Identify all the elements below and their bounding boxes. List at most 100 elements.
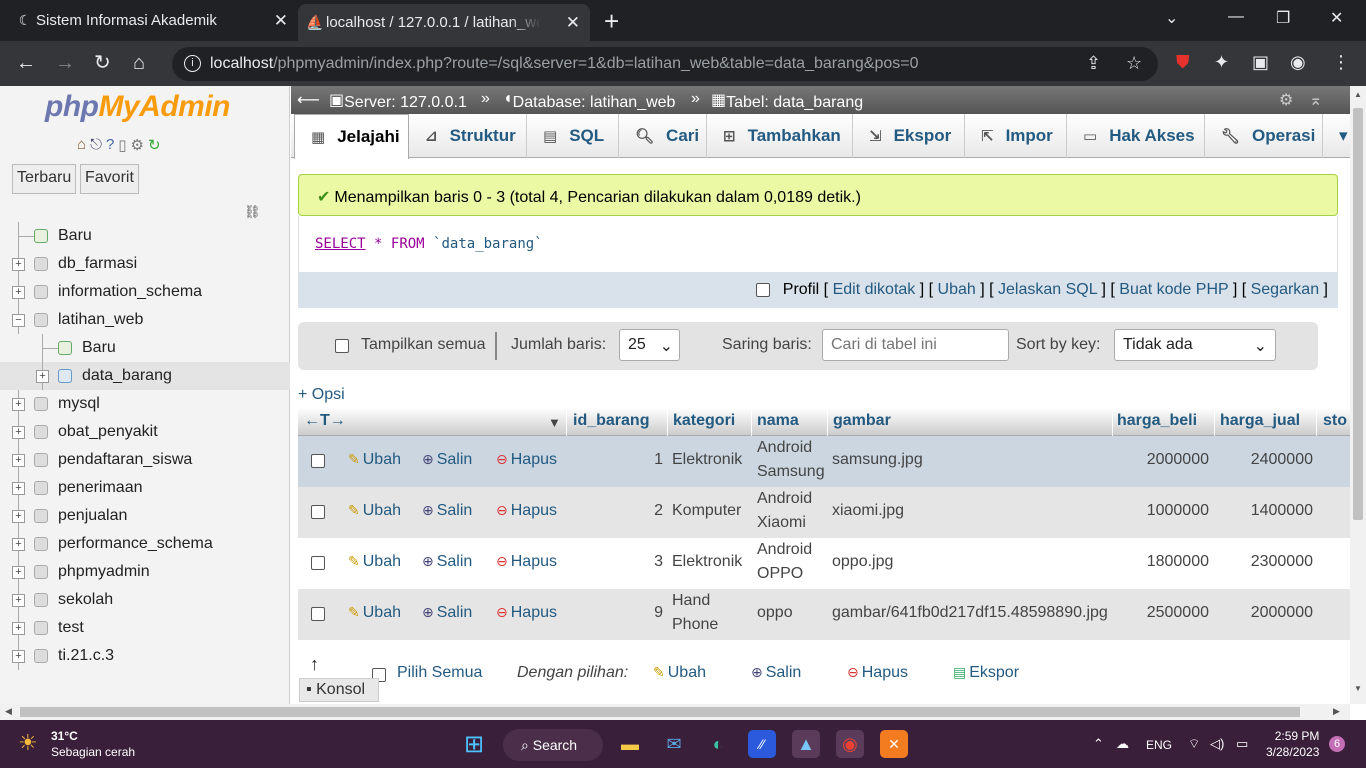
app-icon[interactable]: ⁄⁄ <box>748 730 776 758</box>
docs-icon[interactable]: ▯ <box>118 136 126 154</box>
scroll-right-arrow-icon[interactable]: ▶ <box>1333 706 1340 717</box>
tab-privileges[interactable]: ▭ Hak Akses <box>1067 114 1205 158</box>
filter-rows-input[interactable] <box>822 329 1009 361</box>
refresh-link[interactable]: Segarkan <box>1251 281 1320 298</box>
create-php-code-link[interactable]: Buat kode PHP <box>1119 281 1228 298</box>
tree-node[interactable]: + performance_schema <box>0 530 290 558</box>
edit-link[interactable]: Ubah <box>938 281 976 298</box>
scroll-left-arrow-icon[interactable]: ◀ <box>5 706 12 717</box>
menu-kebab-icon[interactable]: ⋮ <box>1332 52 1350 73</box>
wifi-icon[interactable]: ⌔ <box>1188 736 1200 752</box>
row-copy-button[interactable]: ⊕ Salin <box>422 553 472 571</box>
tree-node[interactable]: Baru <box>0 222 290 250</box>
clock[interactable]: 2:59 PM 3/28/2023 <box>1266 728 1319 760</box>
settings-gear-icon[interactable]: ⚙ <box>1279 90 1293 110</box>
tree-node-label[interactable]: Baru <box>82 339 116 357</box>
row-delete-button[interactable]: ⊖ Hapus <box>496 502 557 520</box>
windows-start-icon[interactable]: ⊞ <box>460 730 488 758</box>
rows-per-page-select[interactable]: 25 ⌄ <box>619 329 680 361</box>
home-button[interactable]: ⌂ <box>133 51 145 75</box>
tree-node-label[interactable]: Baru <box>58 227 92 245</box>
tree-node-label[interactable]: sekolah <box>58 591 113 609</box>
tree-node[interactable]: + data_barang <box>0 362 290 390</box>
row-edit-button[interactable]: ✎ Ubah <box>348 502 401 520</box>
file-explorer-icon[interactable]: ▬ <box>616 730 644 758</box>
refresh-icon[interactable]: ↻ <box>148 136 161 154</box>
tree-node[interactable]: + pendaftaran_siswa <box>0 446 290 474</box>
sort-by-key-select[interactable]: Tidak ada ⌄ <box>1114 329 1276 361</box>
profile-avatar-icon[interactable]: ◉ <box>1290 52 1306 73</box>
puzzle-extensions-icon[interactable]: ✦ <box>1214 52 1229 73</box>
options-link[interactable]: + Opsi <box>298 386 345 404</box>
tree-node-label[interactable]: test <box>58 619 84 637</box>
mail-icon[interactable]: ✉ <box>660 730 688 758</box>
column-resize-arrows-icon[interactable]: ←T→ <box>304 412 346 430</box>
tree-node-label[interactable]: data_barang <box>82 367 172 385</box>
horizontal-scroll-thumb[interactable] <box>20 707 1300 717</box>
expand-icon[interactable]: + <box>12 285 25 299</box>
browser-tab-sia[interactable]: ☾ Sistem Informasi Akademik ✕ <box>8 0 298 41</box>
tree-node[interactable]: + db_farmasi <box>0 250 290 278</box>
row-checkbox[interactable] <box>311 505 325 519</box>
tree-node[interactable]: − latihan_web <box>0 306 290 334</box>
home-icon[interactable]: ⌂ <box>77 136 86 154</box>
expand-icon[interactable]: + <box>12 565 25 579</box>
bulk-export-button[interactable]: ▤ Ekspor <box>953 664 1019 682</box>
breadcrumb-server[interactable]: ▣ Server: 127.0.0.1 <box>329 90 467 111</box>
link-chain-icon[interactable]: ⛓ <box>244 204 261 220</box>
tree-node[interactable]: + obat_penyakit <box>0 418 290 446</box>
tree-node-label[interactable]: ti.21.c.3 <box>58 647 114 665</box>
header-harga-beli[interactable]: harga_beli <box>1117 412 1197 430</box>
sql-keyword[interactable]: SELECT <box>315 236 366 252</box>
new-tab-button[interactable]: + <box>604 8 619 34</box>
tree-node-label[interactable]: mysql <box>58 395 100 413</box>
edit-inline-link[interactable]: Edit dikotak <box>833 281 916 298</box>
weather-widget[interactable]: 31°C Sebagian cerah <box>51 728 135 760</box>
bookmark-star-icon[interactable]: ☆ <box>1126 53 1142 74</box>
table-row[interactable]: ✎ Ubah ⊕ Salin ⊖ Hapus 3 Elektronik Android OPPO o… <box>298 538 1351 589</box>
vertical-scrollbar[interactable]: ▲ ▼ <box>1350 86 1366 704</box>
explain-sql-link[interactable]: Jelaskan SQL <box>998 281 1097 298</box>
close-tab-icon[interactable]: ✕ <box>274 11 288 31</box>
tab-operations[interactable]: 🔧︎ Operasi <box>1205 114 1323 158</box>
photos-icon[interactable]: ▲ <box>792 730 820 758</box>
collapse-icon[interactable]: − <box>12 313 25 327</box>
tree-node[interactable]: Baru <box>0 334 290 362</box>
tab-insert[interactable]: ⊞ Tambahkan <box>707 114 853 158</box>
expand-icon[interactable]: + <box>12 509 25 523</box>
volume-icon[interactable]: ◁) <box>1210 736 1224 752</box>
tree-node-label[interactable]: db_farmasi <box>58 255 137 273</box>
language-indicator[interactable]: ENG <box>1146 738 1172 752</box>
bulk-edit-button[interactable]: ✎ Ubah <box>653 664 706 682</box>
row-delete-button[interactable]: ⊖ Hapus <box>496 553 557 571</box>
forward-button[interactable]: → <box>55 51 75 75</box>
header-stok[interactable]: sto <box>1323 412 1347 430</box>
horizontal-scrollbar[interactable]: ◀ ▶ <box>0 704 1350 720</box>
tree-node[interactable]: + test <box>0 614 290 642</box>
tab-browse[interactable]: ▦ Jelajahi <box>294 114 409 159</box>
back-button[interactable]: ← <box>16 51 36 75</box>
table-row[interactable]: ✎ Ubah ⊕ Salin ⊖ Hapus 1 Elektronik Android Samsu… <box>298 436 1351 487</box>
battery-icon[interactable]: ▭ <box>1236 736 1248 752</box>
row-delete-button[interactable]: ⊖ Hapus <box>496 604 557 622</box>
show-all-checkbox[interactable] <box>335 339 349 353</box>
site-info-icon[interactable]: i <box>184 55 201 72</box>
expand-icon[interactable]: + <box>12 537 25 551</box>
tab-sql[interactable]: ▤ SQL <box>527 114 619 158</box>
tree-node-label[interactable]: penjualan <box>58 507 127 525</box>
profiling-checkbox[interactable] <box>756 282 771 297</box>
tree-node-label[interactable]: latihan_web <box>58 311 143 329</box>
tree-node-label[interactable]: performance_schema <box>58 535 213 553</box>
tab-import[interactable]: ⇱ Impor <box>965 114 1067 158</box>
tree-node[interactable]: + ti.21.c.3 <box>0 642 290 670</box>
restore-button[interactable]: ❐ <box>1276 8 1290 28</box>
vertical-scroll-thumb[interactable] <box>1353 108 1363 520</box>
show-hidden-icons-chevron[interactable]: ⌃ <box>1093 736 1104 752</box>
chrome-icon[interactable]: ◉ <box>836 730 864 758</box>
expand-icon[interactable]: + <box>12 425 25 439</box>
scroll-up-arrow-icon[interactable]: ▲ <box>1354 90 1362 99</box>
breadcrumb-database[interactable]: ◖ Database: latihan_web <box>503 90 675 111</box>
tree-node[interactable]: + information_schema <box>0 278 290 306</box>
xampp-icon[interactable]: ✕ <box>880 730 908 758</box>
row-checkbox[interactable] <box>311 556 325 570</box>
